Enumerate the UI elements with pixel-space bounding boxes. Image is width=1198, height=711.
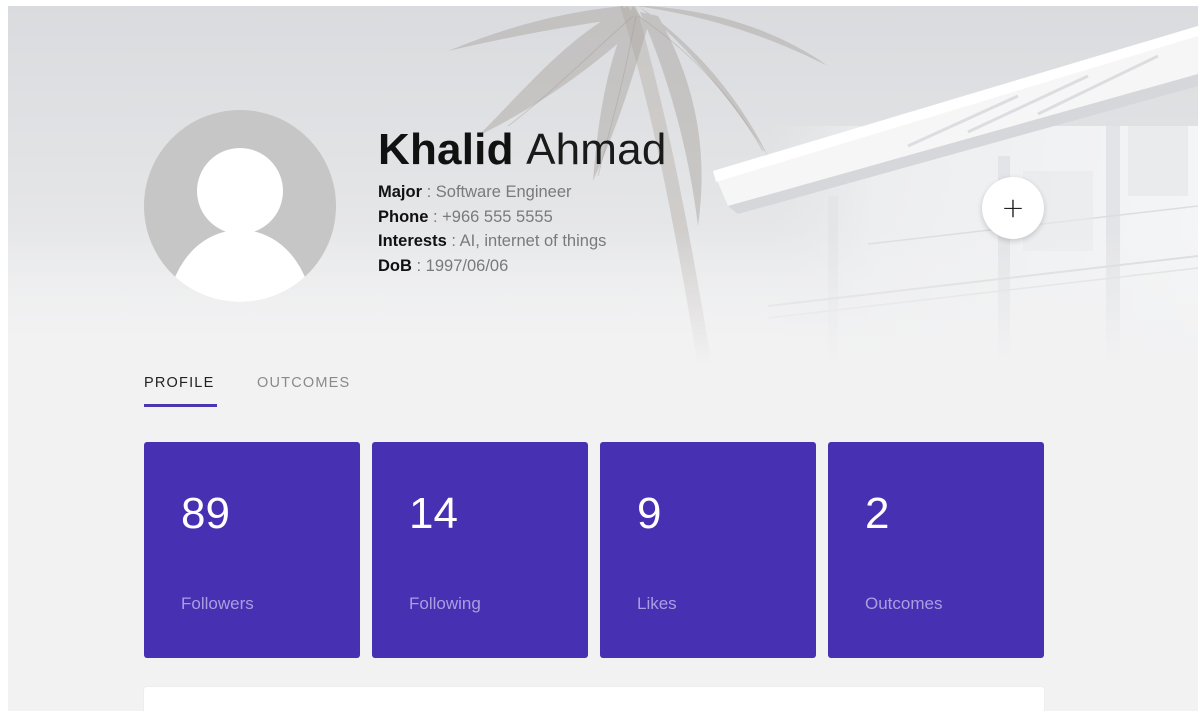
add-button[interactable]: + — [982, 177, 1044, 239]
user-silhouette-icon — [172, 148, 308, 302]
stat-card-likes[interactable]: 9 Likes — [600, 442, 816, 658]
detail-value: : 1997/06/06 — [411, 256, 509, 275]
stat-value: 14 — [409, 489, 458, 538]
tab-outcomes[interactable]: OUTCOMES — [257, 372, 350, 408]
detail-row-major: Major : Software Engineer — [378, 180, 606, 205]
profile-name: Khalid Ahmad — [378, 124, 667, 176]
active-tab-indicator — [144, 404, 217, 407]
last-name: Ahmad — [526, 125, 667, 174]
stat-label: Following — [409, 594, 481, 613]
detail-label: Major — [378, 183, 423, 201]
stat-card-outcomes[interactable]: 2 Outcomes — [828, 442, 1044, 658]
avatar — [144, 110, 336, 302]
profile-details: Major : Software Engineer Phone : +966 5… — [378, 180, 606, 278]
profile-page: Khalid Ahmad Major : Software Engineer P… — [8, 6, 1198, 711]
detail-label: Phone — [378, 207, 429, 226]
plus-icon: + — [1001, 191, 1025, 224]
detail-value: : +966 555 5555 — [428, 207, 553, 226]
detail-label: DoB — [378, 256, 412, 275]
detail-row-dob: DoB : 1997/06/06 — [378, 254, 606, 279]
stat-label: Followers — [181, 594, 254, 613]
stat-label: Outcomes — [865, 594, 943, 613]
detail-row-interests: Interests : AI, internet of things — [378, 229, 606, 254]
detail-value: : Software Engineer — [422, 183, 572, 201]
stat-card-following[interactable]: 14 Following — [372, 442, 588, 658]
content-panel — [144, 687, 1044, 711]
stat-value: 2 — [865, 489, 890, 538]
detail-label: Interests — [378, 232, 447, 250]
detail-row-phone: Phone : +966 555 5555 — [378, 205, 606, 230]
stat-value: 89 — [181, 489, 230, 538]
detail-value: : AI, internet of things — [446, 232, 607, 250]
first-name: Khalid — [378, 125, 514, 174]
stat-label: Likes — [637, 594, 677, 613]
tab-profile[interactable]: PROFILE — [144, 372, 214, 408]
stat-card-followers[interactable]: 89 Followers — [144, 442, 360, 658]
stat-value: 9 — [637, 489, 662, 538]
